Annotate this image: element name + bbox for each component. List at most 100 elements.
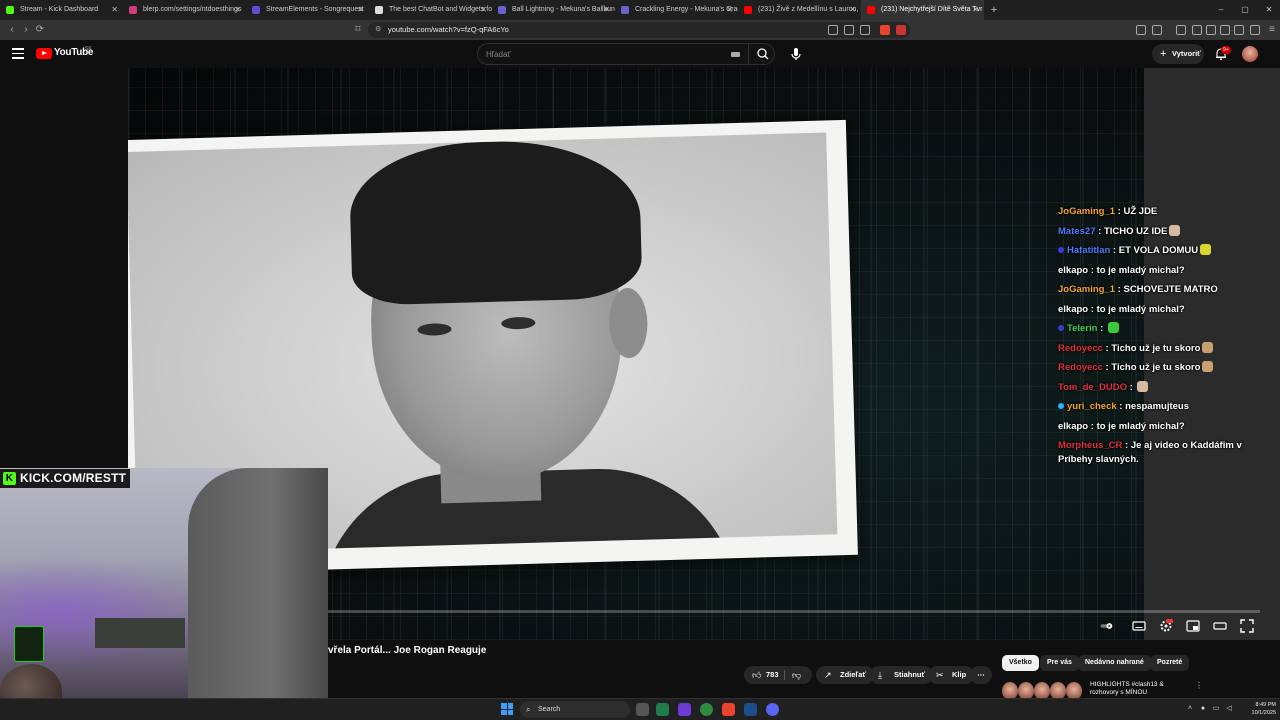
filter-chip[interactable]: Nedávno nahrané bbox=[1078, 655, 1151, 671]
system-clock[interactable]: 8:49 PM 10/1/2025 bbox=[1236, 701, 1276, 717]
account-avatar[interactable] bbox=[1242, 46, 1258, 62]
video-progress-bar[interactable] bbox=[328, 610, 1260, 613]
more-actions-button[interactable]: ⋯ bbox=[970, 666, 992, 684]
recommended-video-title[interactable]: HIGHLIGHTS #clash13 & rozhovory s MÍNOU bbox=[1090, 681, 1180, 697]
create-button[interactable]: + Vytvoriť bbox=[1152, 44, 1204, 64]
hamburger-menu-icon[interactable] bbox=[12, 48, 24, 60]
steam-icon[interactable] bbox=[744, 703, 757, 716]
sidebar-icon[interactable] bbox=[1206, 25, 1216, 35]
like-dislike-group[interactable]: 👍︎ 783 👎︎ bbox=[744, 666, 812, 684]
chat-username: Tom_de_DUDO bbox=[1058, 381, 1127, 393]
download-button[interactable]: ⤓ Stiahnuť bbox=[870, 666, 934, 684]
clip-button[interactable]: ✂ Klip bbox=[928, 666, 975, 684]
taskbar-search-label: Search bbox=[538, 706, 561, 713]
translate-icon[interactable] bbox=[844, 25, 854, 35]
tab-close-icon[interactable]: ✕ bbox=[357, 0, 364, 20]
close-window-button[interactable]: ✕ bbox=[1258, 0, 1280, 20]
chat-username: JoGaming_1 bbox=[1058, 284, 1116, 295]
url-text: youtube.com/watch?v=fzQ-qFA6cYo bbox=[388, 25, 509, 34]
chat-message: elkapo : to je mladý michal? bbox=[1058, 303, 1258, 317]
chat-username: elkapo bbox=[1058, 303, 1089, 315]
tab-close-icon[interactable]: ✕ bbox=[849, 0, 856, 20]
share-label: Zdieľať bbox=[840, 670, 867, 679]
tab-close-icon[interactable]: ✕ bbox=[234, 0, 241, 20]
search-icon: ⌕ bbox=[526, 705, 531, 714]
windows-start-icon[interactable] bbox=[501, 703, 513, 715]
tab-close-icon[interactable]: ✕ bbox=[972, 0, 979, 20]
search-button[interactable] bbox=[748, 44, 776, 64]
search-icon bbox=[757, 48, 769, 60]
menu-icon[interactable]: ≡ bbox=[1264, 20, 1280, 40]
browser-tab[interactable]: Ball Lightning - Mekuna's Ballkuna ✕ bbox=[492, 0, 615, 20]
xbox-icon[interactable] bbox=[656, 703, 669, 716]
autoplay-toggle[interactable] bbox=[1100, 619, 1124, 633]
filter-chip[interactable]: Pozreté bbox=[1150, 655, 1190, 671]
download-icon[interactable] bbox=[1176, 25, 1186, 35]
tab-close-icon[interactable]: ✕ bbox=[603, 0, 610, 20]
browser-tab[interactable]: The best ChatBot and Widgets for K ✕ bbox=[369, 0, 492, 20]
filter-chip[interactable]: Všetko bbox=[1002, 655, 1039, 671]
filter-chip[interactable]: Pre vás bbox=[1040, 655, 1079, 671]
site-info-icon[interactable]: ⚙ bbox=[375, 22, 381, 38]
theater-mode-button[interactable] bbox=[1213, 619, 1227, 633]
maximize-window-button[interactable]: ▢ bbox=[1234, 0, 1256, 20]
cast-icon[interactable] bbox=[828, 25, 838, 35]
new-tab-button[interactable]: + bbox=[984, 0, 1004, 20]
tab-favicon-icon bbox=[867, 6, 875, 14]
thumbs-up-icon[interactable]: 👍︎ bbox=[752, 666, 761, 684]
clip-label: Klip bbox=[952, 670, 967, 679]
youtube-logo-icon[interactable] bbox=[36, 48, 52, 59]
leo-ai-icon[interactable] bbox=[1234, 25, 1244, 35]
brave-rewards-icon[interactable] bbox=[896, 25, 906, 35]
tab-close-icon[interactable]: ✕ bbox=[726, 0, 733, 20]
bookmark-icon[interactable]: ⌑ bbox=[350, 20, 366, 40]
brave-shield-icon[interactable] bbox=[880, 25, 890, 35]
history-icon[interactable] bbox=[1192, 25, 1202, 35]
chat-text: ET VOLA DOMUU bbox=[1118, 245, 1199, 256]
extension-icon[interactable] bbox=[1136, 25, 1146, 35]
stream-chat-overlay: JoGaming_1 : UŽ JDE Mates27 : TICHO UZ ID… bbox=[1058, 205, 1258, 473]
chat-message: elkapo : to je mladý michal? bbox=[1058, 420, 1258, 434]
browser-tab[interactable]: Stream - Kick Dashboard ✕ bbox=[0, 0, 123, 20]
subtitles-button[interactable] bbox=[1132, 619, 1146, 633]
search-box[interactable] bbox=[477, 43, 775, 65]
discord-icon[interactable] bbox=[766, 703, 779, 716]
task-view-icon[interactable] bbox=[636, 703, 649, 716]
volume-icon[interactable]: ◁ bbox=[1225, 705, 1233, 713]
vpn-icon[interactable] bbox=[1250, 25, 1260, 35]
settings-button[interactable] bbox=[1159, 619, 1173, 633]
chat-username: Redoyecc bbox=[1058, 362, 1103, 373]
tray-chevron-icon[interactable]: ˄ bbox=[1186, 705, 1194, 713]
extension-icon[interactable] bbox=[1152, 25, 1162, 35]
brave-browser-icon[interactable] bbox=[722, 703, 735, 716]
chat-text: to je mladý michal? bbox=[1096, 420, 1185, 432]
thumbs-down-icon[interactable]: 👎︎ bbox=[792, 666, 801, 684]
scissors-icon: ✂ bbox=[936, 670, 944, 680]
search-input[interactable] bbox=[486, 44, 726, 64]
app-icon[interactable] bbox=[700, 703, 713, 716]
reload-icon[interactable]: ⟳ bbox=[32, 20, 48, 40]
share-icon[interactable] bbox=[860, 25, 870, 35]
browser-tab[interactable]: StreamElements - Songrequest ✕ bbox=[246, 0, 369, 20]
minimize-window-button[interactable]: – bbox=[1210, 0, 1232, 20]
app-icon[interactable] bbox=[678, 703, 691, 716]
recommendation-menu-icon[interactable]: ⋮ bbox=[1195, 681, 1203, 690]
chat-text: to je mladý michal? bbox=[1096, 264, 1185, 276]
browser-tab[interactable]: (231) Nejchytřejší Dítě Světa Tvr ✕ bbox=[861, 0, 984, 20]
share-button[interactable]: ↗ Zdieľať bbox=[816, 666, 875, 684]
keyboard-icon[interactable] bbox=[731, 52, 740, 57]
microphone-icon[interactable]: ● bbox=[1199, 705, 1207, 713]
browser-tab[interactable]: blerp.com/settings/ntdoesthings ✕ bbox=[123, 0, 246, 20]
miniplayer-button[interactable] bbox=[1186, 619, 1200, 633]
fullscreen-button[interactable] bbox=[1240, 619, 1254, 633]
chat-message: JoGaming_1 : UŽ JDE bbox=[1058, 205, 1258, 219]
wallet-icon[interactable] bbox=[1220, 25, 1230, 35]
taskbar-search[interactable]: ⌕ Search bbox=[520, 701, 630, 718]
voice-search-button[interactable] bbox=[785, 43, 807, 65]
browser-tab[interactable]: Crackling Energy - Mekuna's Crackun✕ bbox=[615, 0, 738, 20]
tab-close-icon[interactable]: ✕ bbox=[111, 0, 118, 20]
browser-tab[interactable]: (231) Živě z Medellínu s Laurou, Koi ✕ bbox=[738, 0, 861, 20]
chat-text: Ticho už je tu skoro bbox=[1111, 342, 1201, 354]
network-icon[interactable]: ▭ bbox=[1212, 705, 1220, 713]
tab-close-icon[interactable]: ✕ bbox=[480, 0, 487, 20]
